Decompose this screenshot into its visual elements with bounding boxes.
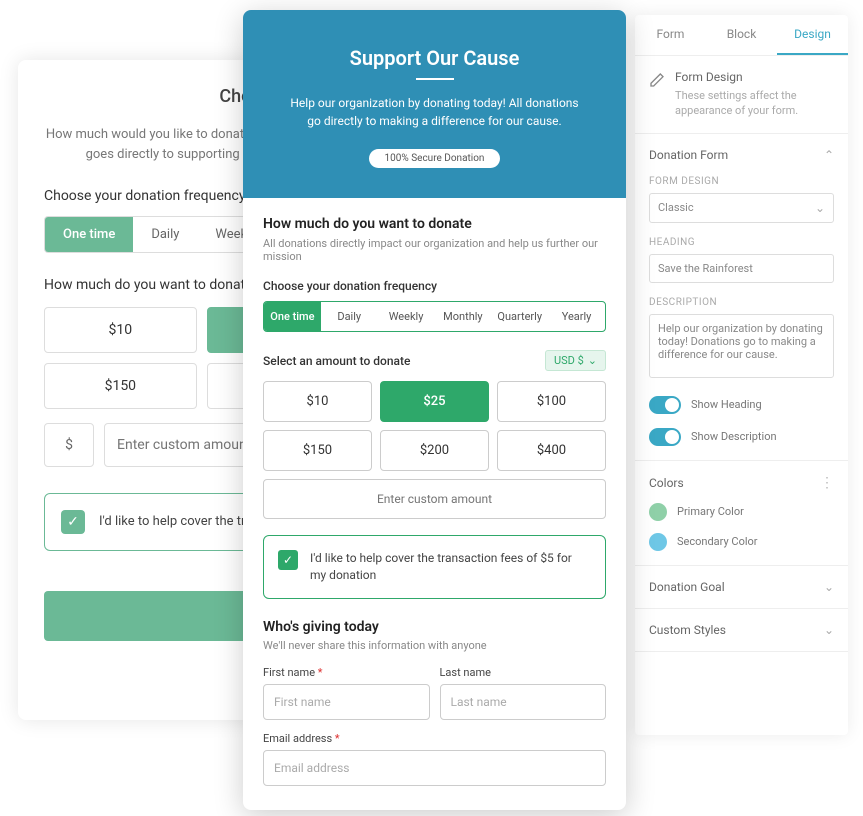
settings-form-design: Form Design These settings affect the ap… <box>635 56 848 134</box>
main-subtext: All donations directly impact our organi… <box>263 237 606 263</box>
custom-styles-header[interactable]: Custom Styles ⌄ <box>649 623 834 637</box>
form-design-value: Classic <box>658 201 694 214</box>
back-currency-prefix: $ <box>44 423 94 467</box>
show-description-label: Show Description <box>691 430 777 443</box>
checkmark-icon: ✓ <box>61 510 85 534</box>
settings-tabs: Form Block Design <box>635 15 848 56</box>
chevron-down-icon: ⌄ <box>588 354 597 367</box>
currency-select[interactable]: USD $ ⌄ <box>545 350 606 371</box>
more-icon[interactable]: ⋮ <box>820 475 834 491</box>
email-label: Email address * <box>263 732 606 745</box>
main-who-title: Who's giving today <box>263 619 606 635</box>
form-design-desc: These settings affect the appearance of … <box>675 88 834 119</box>
donation-goal-label: Donation Goal <box>649 580 725 594</box>
form-design-title: Form Design <box>675 70 834 84</box>
main-cover-text: I'd like to help cover the transaction f… <box>310 550 591 584</box>
main-question: How much do you want to donate <box>263 216 606 232</box>
main-donation-card: Support Our Cause Help our organization … <box>243 10 626 810</box>
main-amount-25[interactable]: $25 <box>380 381 489 422</box>
heading-label: HEADING <box>649 237 834 248</box>
main-amount-10[interactable]: $10 <box>263 381 372 422</box>
settings-donation-goal-section: Donation Goal ⌄ <box>635 566 848 609</box>
back-freq-one-time[interactable]: One time <box>45 217 133 252</box>
settings-donation-form-section: Donation Form ⌃ FORM DESIGN Classic ⌄ HE… <box>635 134 848 461</box>
settings-panel: Form Block Design Form Design These sett… <box>635 15 848 735</box>
chevron-down-icon: ⌄ <box>824 580 834 594</box>
main-custom-input[interactable] <box>263 479 606 519</box>
secondary-color-label: Secondary Color <box>677 535 758 548</box>
show-heading-label: Show Heading <box>691 398 762 411</box>
donation-goal-header[interactable]: Donation Goal ⌄ <box>649 580 834 594</box>
back-freq-daily[interactable]: Daily <box>133 217 197 252</box>
main-freq-quarterly[interactable]: Quarterly <box>491 302 548 331</box>
back-amount-150[interactable]: $150 <box>44 363 197 409</box>
main-who-subtext: We'll never share this information with … <box>263 639 606 652</box>
pencil-icon <box>649 72 665 88</box>
main-freq-daily[interactable]: Daily <box>321 302 378 331</box>
heading-input[interactable] <box>649 254 834 283</box>
main-amount-150[interactable]: $150 <box>263 430 372 471</box>
main-header: Support Our Cause Help our organization … <box>243 10 626 198</box>
tab-block[interactable]: Block <box>706 15 777 55</box>
main-cover-fees-box[interactable]: ✓ I'd like to help cover the transaction… <box>263 535 606 599</box>
form-design-select[interactable]: Classic ⌄ <box>649 193 834 223</box>
main-select-label: Select an amount to donate <box>263 354 410 368</box>
donation-form-header[interactable]: Donation Form ⌃ <box>649 148 834 162</box>
first-name-input[interactable] <box>263 684 430 720</box>
colors-header[interactable]: Colors ⋮ <box>649 475 834 491</box>
show-heading-row: Show Heading <box>649 396 834 414</box>
tab-design[interactable]: Design <box>777 15 848 55</box>
main-name-row: First name * Last name <box>263 666 606 720</box>
chevron-down-icon: ⌄ <box>824 623 834 637</box>
primary-color-swatch <box>649 503 667 521</box>
custom-styles-label: Custom Styles <box>649 623 726 637</box>
show-heading-toggle[interactable] <box>649 396 681 414</box>
description-textarea[interactable] <box>649 314 834 378</box>
main-freq-label: Choose your donation frequency <box>263 279 606 293</box>
main-amount-100[interactable]: $100 <box>497 381 606 422</box>
secure-badge: 100% Secure Donation <box>369 149 501 168</box>
main-freq-yearly[interactable]: Yearly <box>548 302 605 331</box>
chevron-up-icon: ⌃ <box>824 148 834 162</box>
main-desc: Help our organization by donating today!… <box>273 94 596 130</box>
primary-color-row[interactable]: Primary Color <box>649 503 834 521</box>
main-select-row: Select an amount to donate USD $ ⌄ <box>263 350 606 371</box>
email-input[interactable] <box>263 750 606 786</box>
donation-form-label: Donation Form <box>649 148 728 162</box>
back-amount-10[interactable]: $10 <box>44 307 197 353</box>
secondary-color-swatch <box>649 533 667 551</box>
settings-custom-styles-section: Custom Styles ⌄ <box>635 609 848 652</box>
primary-color-label: Primary Color <box>677 505 744 518</box>
main-freq-group: One time Daily Weekly Monthly Quarterly … <box>263 301 606 332</box>
form-design-select-label: FORM DESIGN <box>649 176 834 187</box>
last-name-label: Last name <box>440 666 607 679</box>
main-amount-400[interactable]: $400 <box>497 430 606 471</box>
main-freq-weekly[interactable]: Weekly <box>378 302 435 331</box>
currency-value: USD $ <box>554 354 584 367</box>
main-freq-one-time[interactable]: One time <box>264 302 321 331</box>
checkmark-icon: ✓ <box>278 550 298 570</box>
colors-label: Colors <box>649 476 684 490</box>
settings-colors-section: Colors ⋮ Primary Color Secondary Color <box>635 461 848 566</box>
secondary-color-row[interactable]: Secondary Color <box>649 533 834 551</box>
main-amount-grid: $10 $25 $100 $150 $200 $400 <box>263 381 606 471</box>
description-label: DESCRIPTION <box>649 297 834 308</box>
main-title: Support Our Cause <box>273 46 596 70</box>
main-amount-200[interactable]: $200 <box>380 430 489 471</box>
chevron-down-icon: ⌄ <box>815 201 825 215</box>
show-description-toggle[interactable] <box>649 428 681 446</box>
title-underline <box>416 78 454 80</box>
tab-form[interactable]: Form <box>635 15 706 55</box>
show-description-row: Show Description <box>649 428 834 446</box>
main-freq-monthly[interactable]: Monthly <box>434 302 491 331</box>
main-body: How much do you want to donate All donat… <box>243 198 626 810</box>
last-name-input[interactable] <box>440 684 607 720</box>
first-name-label: First name * <box>263 666 430 679</box>
